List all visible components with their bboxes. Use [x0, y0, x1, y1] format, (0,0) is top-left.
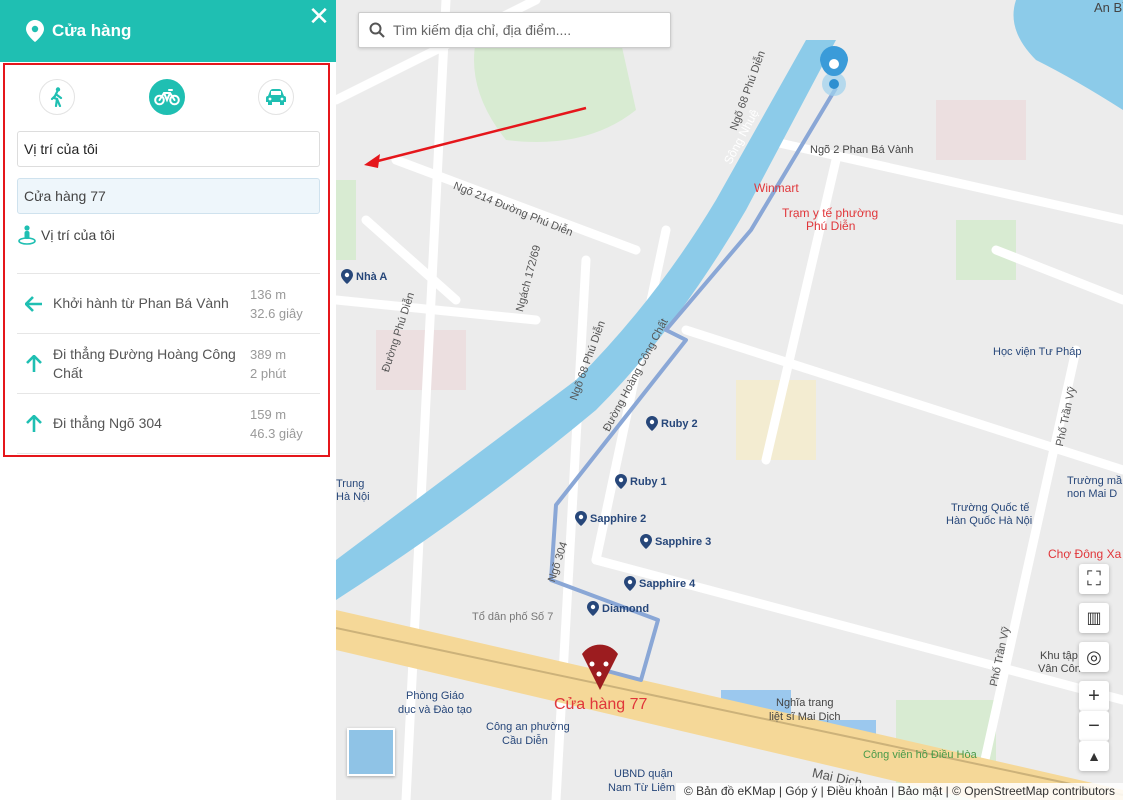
map-view[interactable]: An Bìn Sông Nhuệ Ngõ 2 Phan Bá Vành Winm… [336, 0, 1123, 800]
poi-marker[interactable]: Sapphire 2 [575, 511, 646, 526]
map-label: Phòng Giáo [406, 690, 465, 702]
map-label: Cầu Diễn [502, 735, 548, 747]
zoom-in-button[interactable]: + [1079, 681, 1109, 711]
map-canvas [336, 0, 1123, 800]
arrow-up-icon [26, 354, 42, 372]
map-label: Chợ Đông Xa [1048, 547, 1122, 561]
poi-pin-icon [624, 576, 636, 591]
car-mode-button[interactable] [258, 79, 294, 115]
poi-pin-icon [640, 534, 652, 549]
route-steps-list: Khởi hành từ Phan Bá Vành 136 m 32.6 giây… [17, 273, 320, 454]
map-attribution[interactable]: © Bản đồ eKMap | Góp ý | Điều khoản | Bả… [675, 783, 1123, 800]
poi-marker[interactable]: Sapphire 4 [624, 576, 695, 591]
step-duration: 2 phút [250, 365, 287, 381]
map-label: Winmart [754, 181, 799, 195]
my-location-option[interactable]: Vị trí của tôi [17, 225, 115, 245]
map-label: Học viện Tư Pháp [993, 346, 1082, 358]
map-label: An Bìn [1094, 0, 1123, 15]
step-duration: 32.6 giây [250, 305, 303, 321]
search-input[interactable] [393, 22, 663, 38]
poi-pin-icon [587, 601, 599, 616]
map-label: UBND quận [614, 768, 673, 780]
map-label: dục và Đào tạo [398, 704, 472, 716]
map-label: Hàn Quốc Hà Nội [946, 515, 1033, 527]
arrow-left-icon [25, 295, 42, 312]
walk-mode-button[interactable] [39, 79, 75, 115]
poi-marker[interactable]: Nhà A [341, 269, 387, 284]
search-icon [369, 22, 385, 38]
origin-input[interactable]: Vị trí của tôi [17, 131, 320, 167]
step-distance: 159 m [250, 406, 287, 422]
map-label: Vân Côn [1038, 663, 1081, 675]
map-label: Công an phường [486, 721, 570, 733]
location-pin-icon [26, 20, 44, 42]
panel-title: Cửa hàng [52, 21, 132, 40]
step-instruction: Khởi hành từ Phan Bá Vành [53, 295, 229, 311]
motorbike-icon [153, 89, 180, 106]
plus-icon: + [1088, 684, 1100, 707]
poi-marker[interactable]: Diamond [587, 601, 649, 616]
map-label: Tổ dân phố Số 7 [472, 611, 554, 623]
destination-input[interactable]: Cửa hàng 77 [17, 178, 320, 214]
poi-marker[interactable]: Ruby 1 [615, 474, 667, 489]
poi-pin-icon [646, 416, 658, 431]
step-distance: 389 m [250, 346, 287, 362]
poi-pin-icon [575, 511, 587, 526]
my-location-label: Vị trí của tôi [41, 227, 115, 243]
step-instruction: Đi thẳng Đường Hoàng Công Chất [53, 345, 236, 381]
map-label: Trung [336, 478, 365, 490]
map-label: Hà Nội [336, 491, 370, 503]
layers-button[interactable]: ▥ [1079, 603, 1109, 633]
map-label: Trạm y tế phường [782, 206, 879, 220]
fullscreen-button[interactable]: ⛶ [1079, 564, 1109, 594]
map-label: Khu tập [1040, 650, 1078, 662]
map-label: Nghĩa trang [776, 697, 834, 709]
step-instruction: Đi thẳng Ngõ 304 [53, 415, 162, 431]
map-label: Phú Diễn [806, 219, 856, 233]
step-distance: 136 m [250, 286, 287, 302]
route-step[interactable]: Đi thẳng Ngõ 304 159 m 46.3 giây [17, 394, 320, 454]
crosshair-icon: ◎ [1086, 646, 1102, 667]
map-label: non Mai D [1067, 488, 1118, 500]
map-label: Ngõ 2 Phan Bá Vành [810, 144, 914, 156]
poi-pin-icon [341, 269, 353, 284]
store-map-label: Cửa hàng 77 [554, 696, 648, 713]
travel-mode-selector [5, 65, 328, 129]
motorbike-mode-button[interactable] [148, 79, 185, 115]
car-icon [266, 89, 286, 105]
map-label: Trường Quốc tế [951, 502, 1030, 514]
panel-header: Cửa hàng ✕ [0, 0, 336, 62]
map-label: liệt sĩ Mai Dịch [769, 711, 841, 723]
directions-panel: Cửa hàng ✕ Vị trí của tôi Cửa hàng 77 Vị… [0, 0, 336, 800]
minus-icon: − [1088, 714, 1100, 737]
map-label: Công viên hồ Điều Hòa [863, 749, 977, 761]
map-label: Trường mầ [1067, 475, 1123, 487]
map-label: Nam Từ Liêm [608, 782, 676, 794]
fullscreen-icon: ⛶ [1087, 567, 1101, 590]
search-box[interactable] [358, 12, 671, 48]
person-location-icon [18, 225, 36, 245]
poi-marker[interactable]: Sapphire 3 [640, 534, 711, 549]
compass-icon: ▲ [1087, 748, 1101, 764]
poi-marker[interactable]: Ruby 2 [646, 416, 698, 431]
compass-button[interactable]: ▲ [1079, 741, 1109, 771]
zoom-out-button[interactable]: − [1079, 711, 1109, 741]
close-button[interactable]: ✕ [306, 3, 332, 30]
locate-button[interactable]: ◎ [1079, 642, 1109, 672]
route-section: Vị trí của tôi Cửa hàng 77 Vị trí của tô… [3, 63, 330, 457]
arrow-up-icon [26, 414, 42, 432]
minimap-thumbnail[interactable] [347, 728, 395, 776]
poi-pin-icon [615, 474, 627, 489]
map-layers-icon: ▥ [1086, 610, 1102, 627]
step-duration: 46.3 giây [250, 425, 303, 441]
route-step[interactable]: Khởi hành từ Phan Bá Vành 136 m 32.6 giây [17, 274, 320, 334]
route-step[interactable]: Đi thẳng Đường Hoàng Công Chất 389 m 2 ph… [17, 334, 320, 394]
walk-icon [50, 87, 63, 107]
